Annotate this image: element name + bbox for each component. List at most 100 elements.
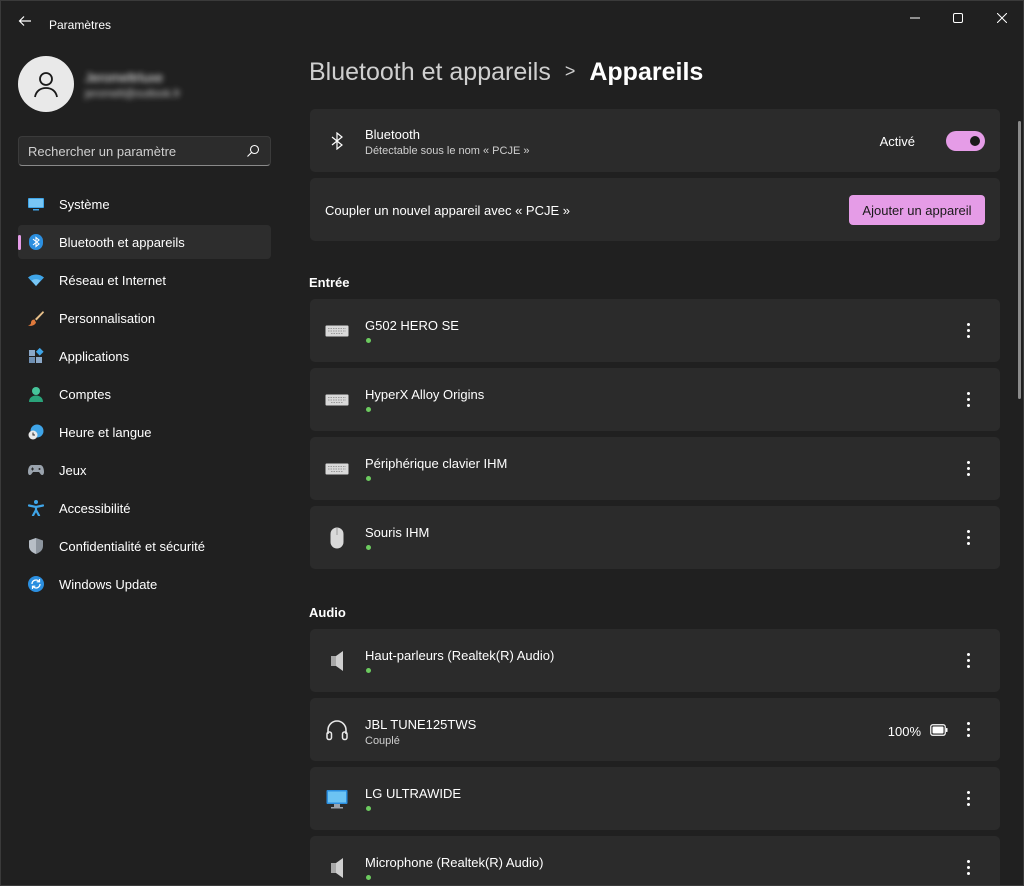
more-options-button[interactable] bbox=[958, 856, 978, 880]
sidebar-item-windows-update[interactable]: Windows Update bbox=[18, 567, 271, 601]
close-button[interactable] bbox=[990, 7, 1014, 29]
bluetooth-title: Bluetooth bbox=[365, 127, 420, 142]
keyboard-icon bbox=[324, 387, 350, 413]
pair-device-text: Coupler un nouvel appareil avec « PCJE » bbox=[325, 203, 570, 218]
device-card[interactable]: JBL TUNE125TWS Couplé 100% bbox=[310, 698, 1000, 761]
more-options-button[interactable] bbox=[958, 787, 978, 811]
sidebar-item-accessibility[interactable]: Accessibilité bbox=[18, 491, 271, 525]
wifi-icon bbox=[28, 272, 44, 288]
back-button[interactable] bbox=[15, 13, 35, 33]
bluetooth-toggle-label: Activé bbox=[879, 134, 915, 149]
device-name: LG ULTRAWIDE bbox=[365, 786, 462, 801]
device-card[interactable]: Périphérique clavier IHM bbox=[310, 437, 1000, 500]
bluetooth-subtitle: Détectable sous le nom « PCJE » bbox=[365, 145, 530, 157]
sidebar-item-label: Jeux bbox=[59, 463, 87, 478]
keyboard-icon bbox=[324, 456, 350, 482]
mouse-icon bbox=[324, 525, 350, 551]
page-title: Appareils bbox=[589, 58, 704, 86]
bluetooth-icon bbox=[324, 128, 350, 154]
minimize-button[interactable] bbox=[903, 7, 927, 29]
scrollbar-thumb[interactable] bbox=[1018, 121, 1021, 399]
close-icon bbox=[997, 13, 1007, 23]
connected-status-dot bbox=[366, 806, 371, 811]
breadcrumb-separator: > bbox=[564, 61, 576, 81]
battery-icon bbox=[930, 724, 948, 736]
more-options-button[interactable] bbox=[958, 649, 978, 673]
back-arrow-icon bbox=[18, 16, 31, 26]
toggle-knob bbox=[970, 136, 980, 146]
device-name: Périphérique clavier IHM bbox=[365, 456, 508, 471]
more-options-button[interactable] bbox=[958, 388, 978, 412]
app-title: Paramètres bbox=[49, 18, 112, 32]
speaker-icon bbox=[324, 855, 350, 881]
connected-status-dot bbox=[366, 668, 371, 673]
sidebar-item-privacy[interactable]: Confidentialité et sécurité bbox=[18, 529, 271, 563]
connected-status-dot bbox=[366, 545, 371, 550]
connected-status-dot bbox=[366, 407, 371, 412]
sidebar-item-label: Système bbox=[59, 197, 110, 212]
minimize-icon bbox=[910, 17, 920, 19]
user-icon bbox=[34, 72, 58, 98]
search-input[interactable] bbox=[28, 144, 238, 159]
bluetooth-toggle[interactable] bbox=[946, 131, 985, 151]
clock-globe-icon bbox=[28, 424, 44, 440]
device-card[interactable]: HyperX Alloy Origins bbox=[310, 368, 1000, 431]
sidebar-item-label: Windows Update bbox=[59, 577, 158, 592]
system-icon bbox=[28, 196, 44, 212]
device-card[interactable]: G502 HERO SE bbox=[310, 299, 1000, 362]
connected-status-dot bbox=[366, 875, 371, 880]
keyboard-icon bbox=[324, 318, 350, 344]
brush-icon bbox=[28, 310, 44, 326]
pair-device-card: Coupler un nouvel appareil avec « PCJE »… bbox=[310, 178, 1000, 241]
device-card[interactable]: Haut-parleurs (Realtek(R) Audio) bbox=[310, 629, 1000, 692]
sidebar-item-label: Réseau et Internet bbox=[59, 273, 166, 288]
sidebar-item-bluetooth[interactable]: Bluetooth et appareils bbox=[18, 225, 271, 259]
shield-icon bbox=[28, 538, 44, 554]
sidebar-item-network[interactable]: Réseau et Internet bbox=[18, 263, 271, 297]
section-heading-audio: Audio bbox=[309, 605, 346, 620]
bluetooth-icon bbox=[28, 234, 44, 250]
maximize-button[interactable] bbox=[946, 7, 970, 29]
device-name: Haut-parleurs (Realtek(R) Audio) bbox=[365, 648, 555, 663]
title-bar: Paramètres bbox=[1, 1, 1023, 47]
breadcrumb-parent-link[interactable]: Bluetooth et appareils bbox=[309, 58, 551, 86]
settings-window: Paramètres Jeromeltrluxe jeromelt@outloo… bbox=[0, 0, 1024, 886]
account-icon bbox=[28, 386, 44, 402]
sidebar-item-accounts[interactable]: Comptes bbox=[18, 377, 271, 411]
sidebar-item-label: Accessibilité bbox=[59, 501, 131, 516]
device-name: G502 HERO SE bbox=[365, 318, 459, 333]
apps-icon bbox=[28, 348, 44, 364]
device-name: JBL TUNE125TWS bbox=[365, 717, 477, 732]
add-device-button[interactable]: Ajouter un appareil bbox=[849, 195, 985, 225]
sidebar-item-system[interactable]: Système bbox=[18, 187, 271, 221]
maximize-icon bbox=[953, 13, 963, 23]
profile-name: Jeromeltrluxe bbox=[85, 70, 164, 85]
sidebar-item-gaming[interactable]: Jeux bbox=[18, 453, 271, 487]
sidebar-item-time-language[interactable]: Heure et langue bbox=[18, 415, 271, 449]
sidebar-item-label: Heure et langue bbox=[59, 425, 152, 440]
search-icon[interactable] bbox=[246, 144, 260, 158]
device-card[interactable]: LG ULTRAWIDE bbox=[310, 767, 1000, 830]
sidebar-nav: Système Bluetooth et appareils Réseau et… bbox=[18, 187, 271, 605]
speaker-icon bbox=[324, 648, 350, 674]
sidebar-item-label: Confidentialité et sécurité bbox=[59, 539, 205, 554]
more-options-button[interactable] bbox=[958, 457, 978, 481]
headphones-icon bbox=[324, 717, 350, 743]
gamepad-icon bbox=[28, 462, 44, 478]
more-options-button[interactable] bbox=[958, 526, 978, 550]
update-icon bbox=[28, 576, 44, 592]
profile-email: jeromelt@outlook.fr bbox=[85, 88, 181, 100]
more-options-button[interactable] bbox=[958, 319, 978, 343]
device-name: HyperX Alloy Origins bbox=[365, 387, 485, 402]
battery-level: 100% bbox=[887, 724, 921, 739]
avatar[interactable] bbox=[18, 56, 74, 112]
sidebar-item-apps[interactable]: Applications bbox=[18, 339, 271, 373]
connected-status-dot bbox=[366, 476, 371, 481]
device-name: Souris IHM bbox=[365, 525, 430, 540]
sidebar-item-label: Applications bbox=[59, 349, 130, 364]
sidebar-item-personalization[interactable]: Personnalisation bbox=[18, 301, 271, 335]
more-options-button[interactable] bbox=[958, 718, 978, 742]
device-card[interactable]: Microphone (Realtek(R) Audio) bbox=[310, 836, 1000, 885]
device-card[interactable]: Souris IHM bbox=[310, 506, 1000, 569]
accessibility-icon bbox=[28, 500, 44, 516]
